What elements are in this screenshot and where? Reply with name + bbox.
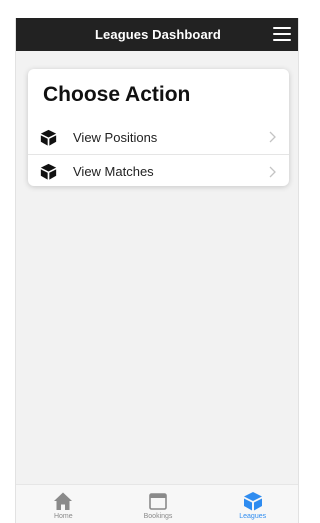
app-screen: Leagues Dashboard Choose Action View Pos… — [15, 18, 299, 523]
hamburger-menu-icon[interactable] — [273, 27, 291, 41]
top-header: Leagues Dashboard — [16, 18, 298, 51]
tab-bookings[interactable]: Bookings — [111, 485, 206, 523]
view-matches-item[interactable]: View Matches — [28, 154, 289, 186]
choose-action-card: Choose Action View Positions View Matche… — [28, 69, 289, 186]
calendar-icon — [149, 493, 167, 510]
bottom-tab-bar: Home Bookings Leagues — [16, 484, 298, 523]
tab-leagues-label: Leagues — [239, 513, 267, 520]
tab-leagues[interactable]: Leagues — [205, 485, 298, 523]
tab-bookings-label: Bookings — [143, 513, 173, 520]
cube-icon — [40, 163, 57, 180]
chevron-right-icon — [269, 166, 276, 177]
view-positions-label: View Positions — [73, 129, 158, 145]
view-positions-item[interactable]: View Positions — [28, 120, 289, 154]
cube-icon — [40, 129, 57, 146]
chevron-right-icon — [269, 131, 276, 143]
page-title: Leagues Dashboard — [95, 27, 221, 42]
card-title: Choose Action — [43, 83, 191, 106]
view-matches-label: View Matches — [73, 164, 154, 179]
tab-home-label: Home — [53, 513, 73, 520]
tab-home[interactable]: Home — [16, 485, 111, 523]
home-icon — [54, 492, 73, 510]
cube-icon — [243, 492, 262, 511]
